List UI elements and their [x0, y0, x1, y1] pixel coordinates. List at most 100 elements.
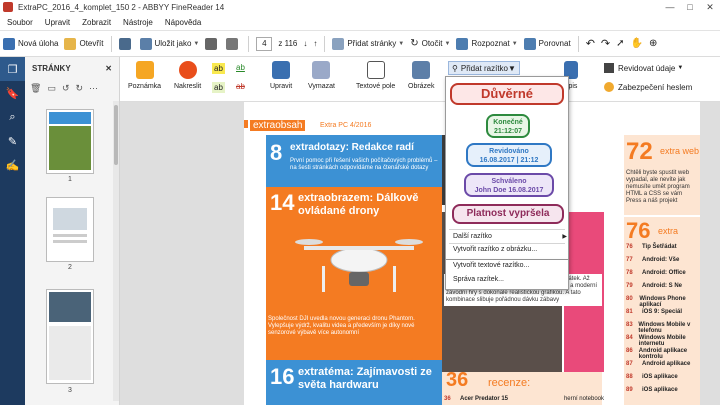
zoom-button[interactable]: ⊕: [646, 34, 660, 54]
close-icon[interactable]: ✕: [105, 64, 112, 73]
erase-button[interactable]: Vymazat: [308, 61, 335, 90]
stamp-approved-line2: John Doe 16.08.2017: [474, 187, 544, 194]
save-button[interactable]: [116, 34, 137, 54]
other-stamp-label: Další razítko: [453, 233, 492, 240]
menu-divider: [449, 229, 565, 230]
review-data-button[interactable]: Revidovat údaje ▼: [604, 63, 683, 73]
attachments-button[interactable]: ✎: [0, 129, 25, 153]
arrow-up-icon: ↑: [313, 39, 318, 48]
stamp-icon: ⚲: [452, 63, 458, 73]
print-button[interactable]: [202, 34, 223, 54]
password-security-button[interactable]: Zabezpečení heslem: [604, 82, 692, 92]
page-thumbnail-2[interactable]: [46, 197, 94, 262]
right-list-row: 87 Android aplikace: [626, 361, 698, 367]
page-down-button[interactable]: ↓: [300, 34, 310, 54]
add-stamp-button[interactable]: ⚲ Přidat razítko ▼: [448, 61, 520, 75]
text-stamp-item[interactable]: Vytvořit textové razítko...: [453, 262, 529, 269]
menu-soubor[interactable]: Soubor: [7, 18, 33, 27]
menu-zobrazit[interactable]: Zobrazit: [82, 18, 111, 27]
maximize-button[interactable]: □: [680, 0, 700, 14]
panel-scrollbar[interactable]: [113, 101, 119, 401]
eraser-icon: [312, 61, 331, 79]
erase-label: Vymazat: [308, 83, 335, 90]
rotate-button[interactable]: ↻ Otočit ▼: [407, 34, 453, 54]
menu-upravit[interactable]: Upravit: [45, 18, 70, 27]
more-options-icon[interactable]: ⋯: [89, 83, 98, 94]
stamp-expired[interactable]: Platnost vypršela: [452, 204, 564, 224]
strikethrough-icon: ab: [236, 82, 245, 91]
strikethrough-button[interactable]: ab: [236, 82, 245, 91]
document-view[interactable]: extraobsah Extra PC 4/2016 8 extradotazy…: [120, 102, 720, 405]
page-total: z 116: [278, 39, 298, 48]
title-bar: ExtraPC_2016_4_komplet_150 2 - ABBYY Fin…: [0, 0, 720, 14]
new-task-button[interactable]: Nová úloha: [0, 34, 61, 54]
manage-stamps-item[interactable]: Správa razítek...: [453, 276, 504, 283]
right-list-row: 89 iOS aplikace: [626, 387, 698, 393]
item36-title: recenze:: [488, 377, 531, 389]
hand-tool-button[interactable]: ✋: [628, 34, 646, 54]
pages-panel-button[interactable]: ❐: [0, 57, 25, 81]
redo-button[interactable]: ↷: [598, 34, 613, 54]
rotate-left-icon[interactable]: ↺: [62, 83, 70, 94]
draw-button[interactable]: Nakreslit: [174, 61, 201, 90]
zoom-icon: ⊕: [648, 38, 658, 49]
search-button[interactable]: ⌕: [0, 105, 25, 129]
toolbar-divider: [248, 35, 250, 52]
right-list-text: Tip Šetřádat: [642, 244, 677, 250]
page-options-icon[interactable]: ▭: [47, 83, 56, 94]
right-list-text: iOS aplikace: [642, 374, 678, 380]
review-type: herní notebook: [563, 396, 604, 402]
page-thumbnail-1[interactable]: [46, 109, 94, 174]
open-label: Otevřít: [79, 39, 104, 48]
recognize-button[interactable]: Rozpoznat ▼: [453, 34, 520, 54]
page-number-label: 2: [68, 264, 72, 271]
signatures-button[interactable]: ✍: [0, 153, 25, 177]
edit-ribbon: Poznámka Nakreslit ab ab ab ab Upravit V…: [120, 57, 720, 102]
highlight-text-button[interactable]: ab: [212, 63, 225, 74]
edit-button[interactable]: Upravit: [270, 61, 292, 90]
menu-nastroje[interactable]: Nástroje: [123, 18, 153, 27]
stamp-approved[interactable]: Schváleno John Doe 16.08.2017: [464, 173, 554, 197]
select-tool-button[interactable]: ➚: [613, 34, 627, 54]
stamp-confidential[interactable]: Důvěrné: [450, 83, 564, 105]
right-list-row: 77 Android: Vše: [626, 257, 698, 263]
stamp-final[interactable]: Konečné 21:12:07: [486, 114, 530, 138]
close-button[interactable]: ✕: [700, 0, 720, 14]
review-icon: [604, 63, 614, 73]
undo-button[interactable]: ↶: [583, 34, 598, 54]
edit-icon: [272, 61, 291, 79]
header-extra: extraobsah: [250, 120, 306, 131]
page-number-input[interactable]: 4: [256, 36, 273, 51]
hand-icon: ✋: [630, 38, 643, 49]
text-field-button[interactable]: Textové pole: [356, 61, 395, 90]
page-thumbnail-3[interactable]: [46, 289, 94, 384]
email-button[interactable]: [223, 34, 244, 54]
underline-text-button[interactable]: ab: [236, 63, 245, 72]
open-button[interactable]: Otevřít: [61, 34, 106, 54]
save-icon: [118, 37, 131, 50]
save-as-icon: [139, 37, 152, 50]
stamp-reviewed[interactable]: Revidováno 16.08.2017 | 21:12: [466, 143, 552, 167]
item8-number: 8: [270, 140, 283, 165]
cursor-icon: ➚: [616, 38, 625, 49]
other-stamp-item[interactable]: Další razítko ▶: [453, 233, 567, 240]
delete-page-icon[interactable]: 🗑: [30, 83, 41, 94]
chevron-down-icon: ▼: [193, 40, 200, 47]
chevron-down-icon: ▼: [398, 40, 405, 47]
minimize-button[interactable]: —: [660, 0, 680, 14]
stamp-from-image-item[interactable]: Vytvořit razítko z obrázku...: [453, 246, 537, 253]
bookmarks-button[interactable]: 🔖: [0, 81, 25, 105]
note-button[interactable]: Poznámka: [128, 61, 161, 90]
compare-button[interactable]: Porovnat: [521, 34, 574, 54]
image-button[interactable]: Obrázek: [408, 61, 434, 90]
window-title: ExtraPC_2016_4_komplet_150 2 - ABBYY Fin…: [18, 2, 225, 12]
page-up-button[interactable]: ↑: [310, 34, 320, 54]
add-pages-button[interactable]: Přidat stránky ▼: [329, 34, 407, 54]
rotate-right-icon[interactable]: ↻: [76, 83, 84, 94]
chevron-right-icon: ▶: [562, 234, 567, 240]
header-issue: Extra PC 4/2016: [320, 122, 372, 129]
save-as-button[interactable]: Uložit jako ▼: [137, 34, 203, 54]
menu-napoveda[interactable]: Nápověda: [165, 18, 201, 27]
image-icon: [412, 61, 431, 79]
text-color-button[interactable]: ab: [212, 82, 225, 93]
